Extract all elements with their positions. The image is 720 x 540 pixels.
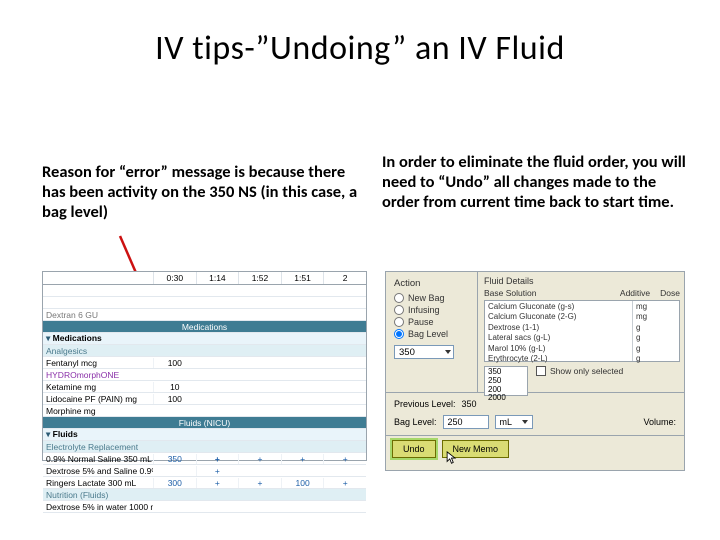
bag-level-label: Bag Level: xyxy=(394,417,437,427)
volume-label: Volume: xyxy=(643,417,676,427)
show-only-selected-checkbox[interactable]: Show only selected xyxy=(536,366,623,376)
action-combo[interactable]: 350 xyxy=(394,345,454,359)
previous-level-value: 350 xyxy=(462,399,477,409)
time-header-row: 0:30 1:14 1:52 1:51 2 xyxy=(43,272,366,285)
action-label: Action xyxy=(394,278,471,289)
row-ns-350: 0.9% Normal Saline 350 mL 350 + + + + xyxy=(43,453,366,465)
new-memo-button[interactable]: New Memo xyxy=(442,440,510,458)
chevron-down-icon xyxy=(445,350,451,354)
previous-level-label: Previous Level: xyxy=(394,399,456,409)
screenshot-dialog-right: Action New Bag Infusing Pause Bag Level … xyxy=(385,271,685,471)
chevron-down-icon xyxy=(522,420,528,424)
section-bar-fluids: Fluids (NICU) xyxy=(43,417,366,429)
value-listbox[interactable]: 350 250 200 2000 xyxy=(484,366,528,396)
caption-right: In order to eliminate the fluid order, y… xyxy=(382,152,692,212)
button-bar: Undo New Memo xyxy=(386,435,684,461)
heading-analgesics: Analgesics xyxy=(43,345,366,357)
unit-select[interactable]: mL xyxy=(495,415,533,429)
radio-baglevel[interactable]: Bag Level xyxy=(394,329,471,339)
additive-table[interactable]: Calcium Gluconate (g-s) Calcium Gluconat… xyxy=(484,300,680,362)
screenshot-chart-left: 0:30 1:14 1:52 1:51 2 Dextran 6 GU Medic… xyxy=(42,271,367,461)
radio-pause[interactable]: Pause xyxy=(394,317,471,327)
fluid-details-label: Fluid Details xyxy=(484,276,534,286)
radio-newbag[interactable]: New Bag xyxy=(394,293,471,303)
bag-level-input[interactable]: 250 xyxy=(443,415,489,429)
heading-electrolyte: Electrolyte Replacement xyxy=(43,441,366,453)
undo-button[interactable]: Undo xyxy=(392,440,436,458)
section-bar-medications: Medications xyxy=(43,321,366,333)
heading-medications: Medications xyxy=(43,333,366,345)
slide-title: IV tips-”Undoing” an IV Fluid xyxy=(0,28,720,69)
heading-fluids: Fluids xyxy=(43,429,366,441)
radio-infusing[interactable]: Infusing xyxy=(394,305,471,315)
caption-left: Reason for “error” message is because th… xyxy=(42,162,362,222)
